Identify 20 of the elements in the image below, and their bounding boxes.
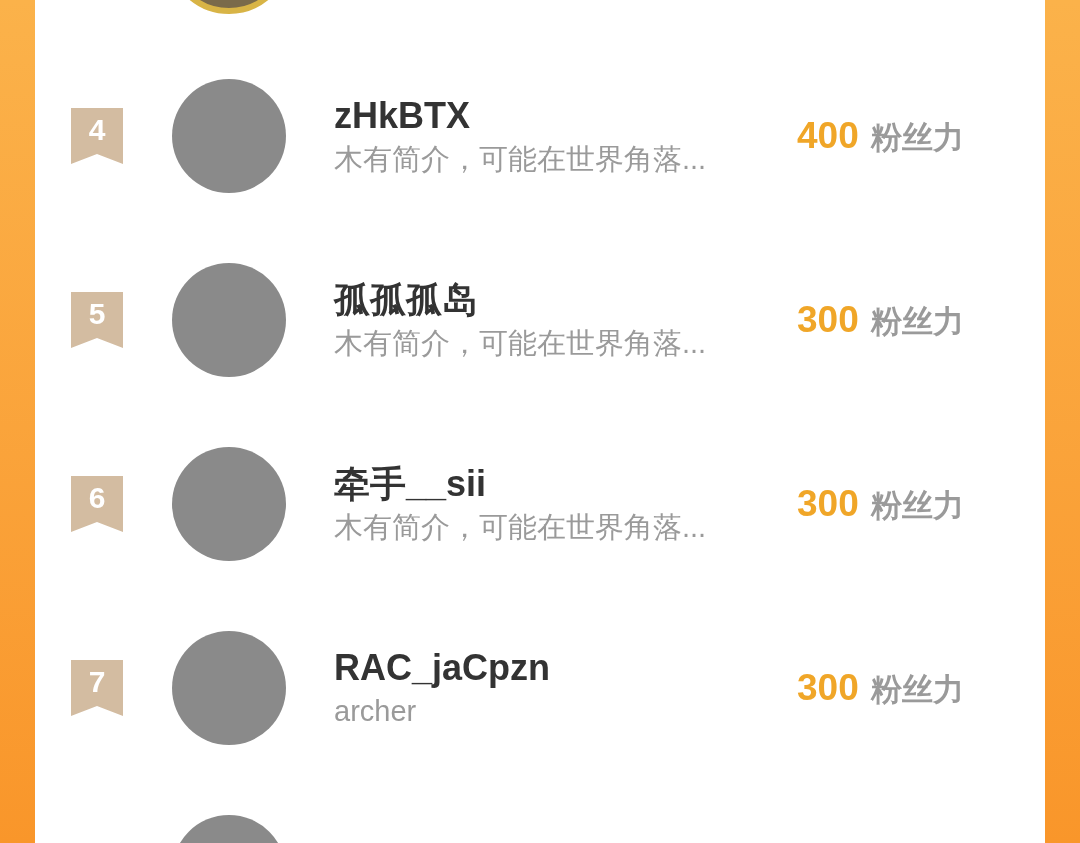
fan-score: 300: [797, 666, 859, 711]
rank-ribbon: 7: [71, 660, 123, 716]
user-bio: 木有简介，可能在世界角落...: [334, 510, 708, 545]
user-name: 牵手__sii: [334, 462, 488, 506]
user-name: 孤孤孤岛: [334, 278, 479, 322]
score-unit: 粉丝力: [870, 119, 964, 158]
score-unit: 粉丝力: [870, 487, 964, 526]
user-name: RAC_jaCpzn: [334, 646, 552, 690]
user-name: zHkBTX: [334, 94, 472, 138]
user-bio: archer: [334, 694, 418, 729]
score-unit: 粉丝力: [870, 671, 964, 710]
score-unit: 粉丝力: [870, 303, 964, 342]
rank-ribbon: 4: [71, 108, 123, 164]
user-bio: 木有简介，可能在世界角落...: [334, 326, 708, 361]
fan-score: 300: [797, 298, 859, 343]
fan-score: 400: [797, 114, 859, 159]
fan-score: 300: [797, 482, 859, 527]
user-bio: 木有简介，可能在世界角落...: [334, 142, 708, 177]
rank-ribbon: 6: [71, 476, 123, 532]
rank-ribbon: 5: [71, 292, 123, 348]
